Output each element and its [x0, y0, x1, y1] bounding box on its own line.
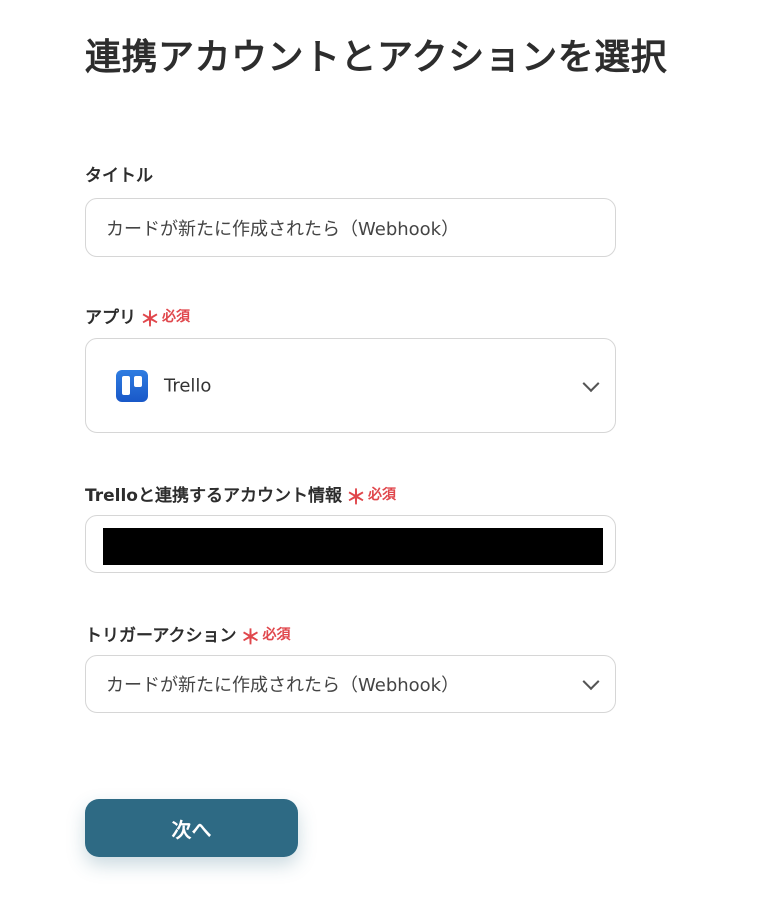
- account-field-label: Trelloと連携するアカウント情報 ＊ 必須: [85, 479, 396, 509]
- trigger-action-value: カードが新たに作成されたら（Webhook）: [106, 675, 460, 696]
- next-button[interactable]: 次へ: [85, 799, 298, 857]
- required-text: 必須: [367, 486, 396, 503]
- trello-logo-icon: [116, 369, 148, 402]
- required-badge: ＊ 必須: [240, 619, 291, 649]
- redacted-account-value: [103, 528, 603, 565]
- required-text: 必須: [162, 308, 190, 325]
- title-input-value: カードが新たに作成されたら（Webhook）: [106, 218, 460, 240]
- chevron-down-icon: [582, 673, 600, 691]
- trigger-field-label: トリガーアクション ＊ 必須: [85, 619, 291, 649]
- app-field-label: アプリ ＊ 必須: [85, 301, 190, 331]
- title-field-label-text: タイトル: [85, 166, 153, 186]
- required-badge: ＊ 必須: [140, 301, 190, 331]
- required-badge: ＊ 必須: [345, 479, 396, 509]
- trigger-field-label-text: トリガーアクション: [85, 626, 237, 646]
- app-field-label-text: アプリ: [85, 308, 136, 328]
- required-asterisk: ＊: [345, 485, 366, 509]
- chevron-down-icon: [582, 374, 600, 392]
- app-select[interactable]: Trello: [85, 338, 616, 433]
- account-select[interactable]: [85, 515, 616, 573]
- page-title: 連携アカウントとアクションを選択: [85, 37, 668, 78]
- app-select-value: Trello: [164, 375, 212, 396]
- required-asterisk: ＊: [240, 625, 261, 649]
- account-field-label-text: Trelloと連携するアカウント情報: [85, 486, 342, 506]
- required-text: 必須: [262, 626, 291, 643]
- trigger-action-select[interactable]: カードが新たに作成されたら（Webhook）: [85, 655, 616, 713]
- title-field-label: タイトル: [85, 161, 153, 186]
- title-input[interactable]: カードが新たに作成されたら（Webhook）: [85, 198, 616, 257]
- required-asterisk: ＊: [140, 307, 160, 331]
